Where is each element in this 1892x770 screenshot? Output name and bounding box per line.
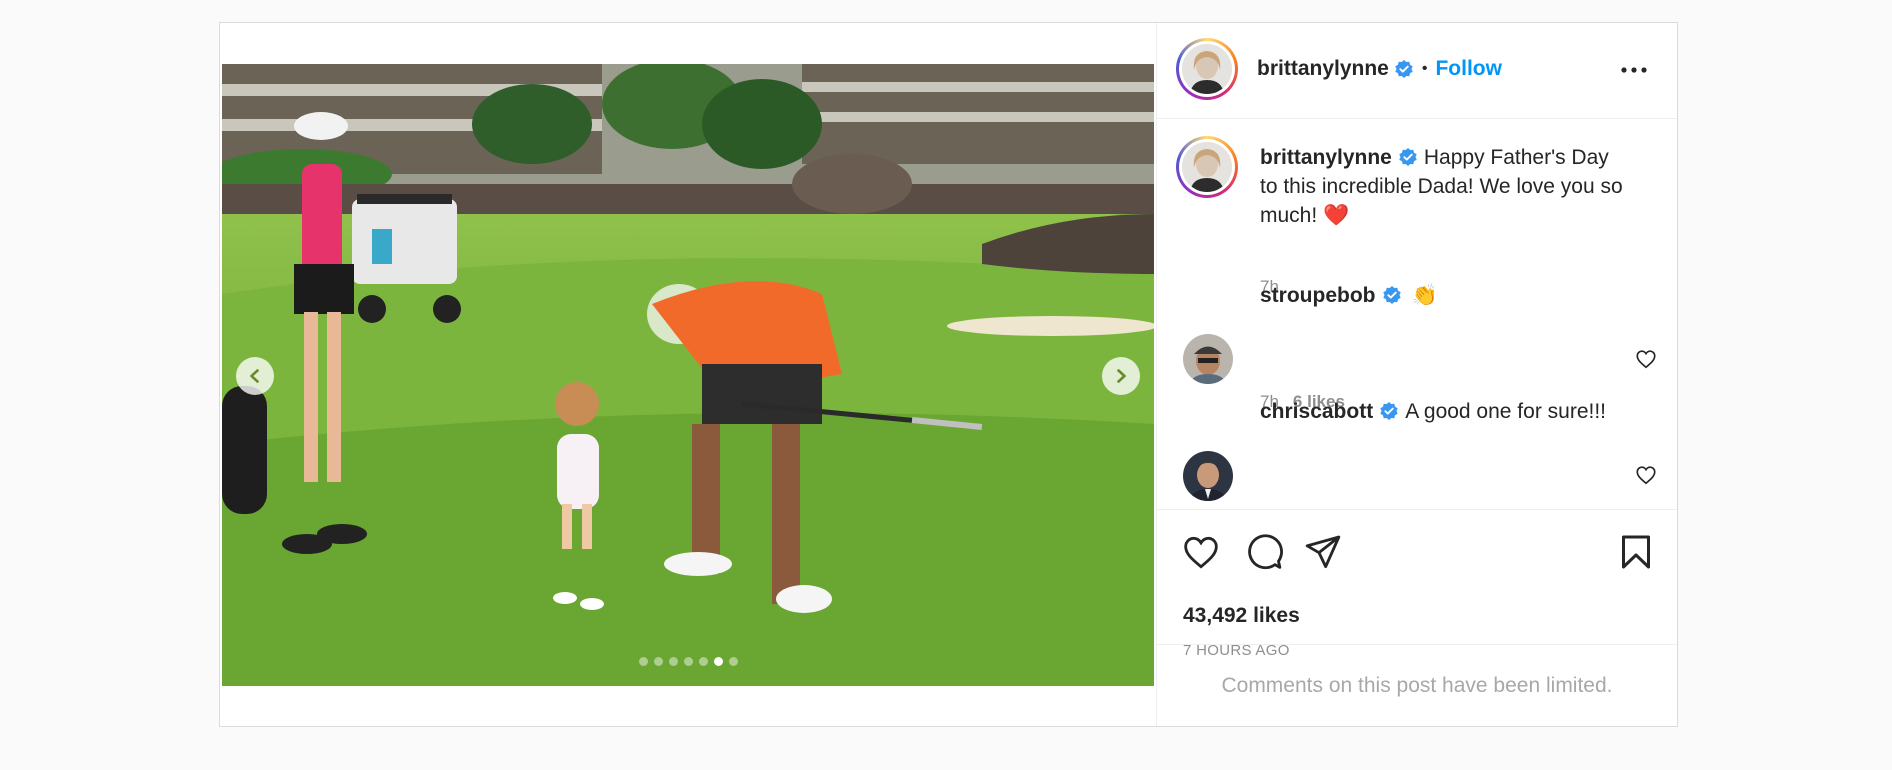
more-options-button[interactable] xyxy=(1617,53,1651,87)
comment-username[interactable]: chriscabott xyxy=(1260,400,1373,423)
post-photo[interactable] xyxy=(222,64,1154,686)
next-slide-button[interactable] xyxy=(1102,357,1140,395)
carousel-indicators xyxy=(222,657,1154,666)
author-username[interactable]: brittanylynne xyxy=(1257,57,1389,81)
more-options-icon xyxy=(1621,67,1647,73)
carousel-dot xyxy=(683,657,693,666)
like-comment-heart-icon[interactable] xyxy=(1635,464,1657,486)
carousel-dot xyxy=(728,657,738,666)
verified-badge-icon xyxy=(1382,286,1401,304)
carousel-dot xyxy=(638,657,648,666)
verified-badge-icon xyxy=(1395,60,1413,78)
verified-badge-icon xyxy=(1399,148,1417,166)
avatar-image xyxy=(1183,334,1233,384)
comment-avatar[interactable] xyxy=(1183,451,1233,501)
caption-username[interactable]: brittanylynne xyxy=(1260,146,1392,169)
chevron-left-icon xyxy=(250,369,259,383)
post-sidebar: brittanylynne • Follow brittanylynne Hap… xyxy=(1156,23,1677,726)
chevron-right-icon xyxy=(1117,369,1126,383)
comment-1: stroupebob 👏 xyxy=(1260,281,1610,310)
comment-2: chriscabott A good one for sure!!! xyxy=(1260,397,1610,426)
golf-family-photo xyxy=(222,64,1154,686)
header-separator: • xyxy=(1421,60,1428,77)
carousel-dot xyxy=(653,657,663,666)
comments-limited-notice: Comments on this post have been limited. xyxy=(1157,644,1677,726)
heart-icon[interactable] xyxy=(1181,532,1221,572)
avatar-image xyxy=(1182,142,1232,192)
comment-text: A good one for sure!!! xyxy=(1405,400,1607,423)
carousel-dot xyxy=(698,657,708,666)
comment-icon[interactable] xyxy=(1244,532,1284,572)
avatar-image xyxy=(1182,44,1232,94)
carousel-dot xyxy=(668,657,678,666)
caption-avatar[interactable] xyxy=(1176,136,1238,198)
author-avatar[interactable] xyxy=(1176,38,1238,100)
comment-text: 👏 xyxy=(1411,284,1438,307)
share-icon[interactable] xyxy=(1303,532,1343,572)
likes-count[interactable]: 43,492 likes xyxy=(1183,604,1300,628)
instagram-post: brittanylynne • Follow brittanylynne Hap… xyxy=(219,22,1678,727)
verified-badge-icon xyxy=(1380,402,1398,420)
carousel-dot xyxy=(713,657,723,666)
post-header: brittanylynne • Follow xyxy=(1157,23,1677,119)
avatar-image xyxy=(1183,451,1233,501)
previous-slide-button[interactable] xyxy=(236,357,274,395)
comment-username[interactable]: stroupebob xyxy=(1260,284,1376,307)
like-comment-heart-icon[interactable] xyxy=(1635,348,1657,370)
comment-avatar[interactable] xyxy=(1183,334,1233,384)
caption: brittanylynne Happy Father's Day to this… xyxy=(1260,143,1630,230)
comments-section[interactable]: brittanylynne Happy Father's Day to this… xyxy=(1157,119,1677,509)
bookmark-icon[interactable] xyxy=(1616,532,1656,572)
follow-button[interactable]: Follow xyxy=(1435,57,1502,81)
